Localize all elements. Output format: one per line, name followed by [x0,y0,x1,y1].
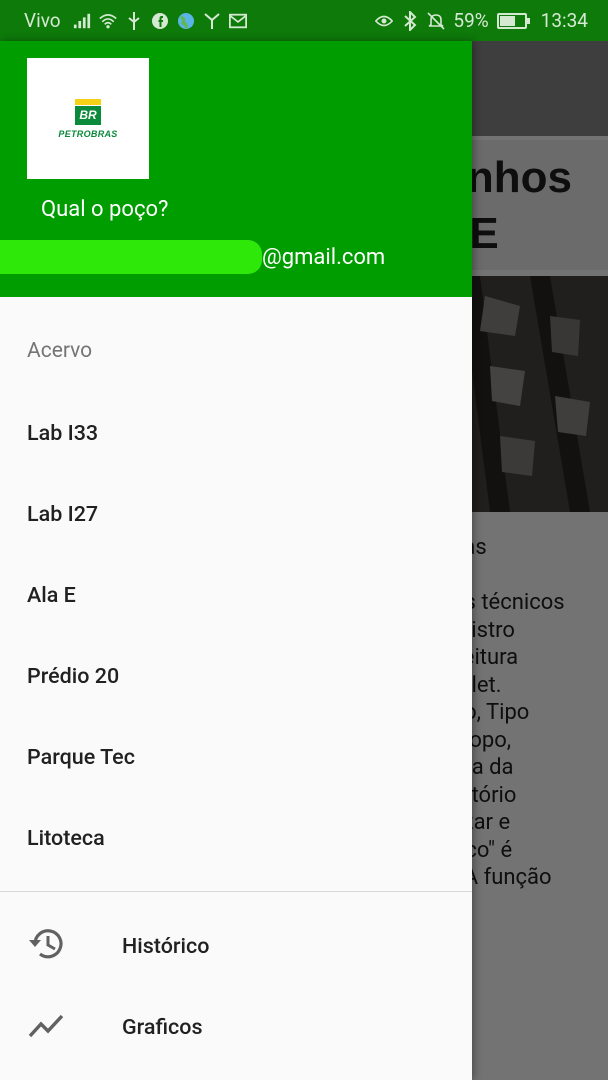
eye-icon [375,12,394,30]
drawer-header: BR PETROBRAS Qual o poço? @gmail.com [0,41,472,297]
history-icon [28,926,66,968]
menu-item-litoteca[interactable]: Litoteca [0,798,472,879]
menu-item-label: Graficos [122,1015,203,1040]
redacted-email-scribble [0,240,262,274]
menu-item-label: Prédio 20 [27,664,120,689]
wifi-icon [98,12,117,30]
navigation-drawer: BR PETROBRAS Qual o poço? @gmail.com Ace… [0,41,472,1080]
signal-icon [73,12,91,30]
menu-item-lab-i27[interactable]: Lab I27 [0,474,472,555]
clock: 13:34 [540,9,588,32]
menu-divider [0,891,472,892]
usb-icon [125,11,143,30]
bell-off-icon [427,11,445,30]
facebook-icon [151,12,169,30]
menu-item-lab-i33[interactable]: Lab I33 [0,393,472,474]
status-bar: Vivo 59% 13:34 [0,0,608,41]
acervo-menu: Lab I33 Lab I27 Ala E Prédio 20 Parque T… [0,393,472,879]
menu-item-ala-e[interactable]: Ala E [0,555,472,636]
menu-item-label: Ala E [27,583,76,608]
chart-line-icon [28,1012,64,1044]
menu-item-predio-20[interactable]: Prédio 20 [0,636,472,717]
globe-icon [177,12,195,30]
menu-item-label: Lab I27 [27,502,99,527]
email-suffix: @gmail.com [262,244,386,270]
br-logo-mark: BR [75,98,101,125]
petrobras-logo: BR PETROBRAS [27,58,149,179]
antenna-icon [203,12,221,30]
battery-icon [496,12,530,29]
menu-item-historico[interactable]: Histórico [0,906,472,987]
bluetooth-icon [401,10,419,31]
logo-wordmark: PETROBRAS [58,128,118,139]
menu-item-graficos[interactable]: Graficos [0,987,472,1068]
account-email: @gmail.com [0,239,385,275]
menu-item-label: Histórico [122,934,210,959]
menu-item-label: Lab I33 [27,421,99,446]
section-label-acervo: Acervo [27,339,93,363]
menu-item-parque-tec[interactable]: Parque Tec [0,717,472,798]
menu-item-label: Litoteca [27,826,105,851]
battery-percent: 59% [453,9,489,32]
drawer-header-title: Qual o poço? [41,197,169,222]
secondary-menu: Histórico Graficos [0,906,472,1068]
carrier-label: Vivo [24,9,61,32]
gmail-icon [228,12,247,30]
menu-item-label: Parque Tec [27,745,135,770]
